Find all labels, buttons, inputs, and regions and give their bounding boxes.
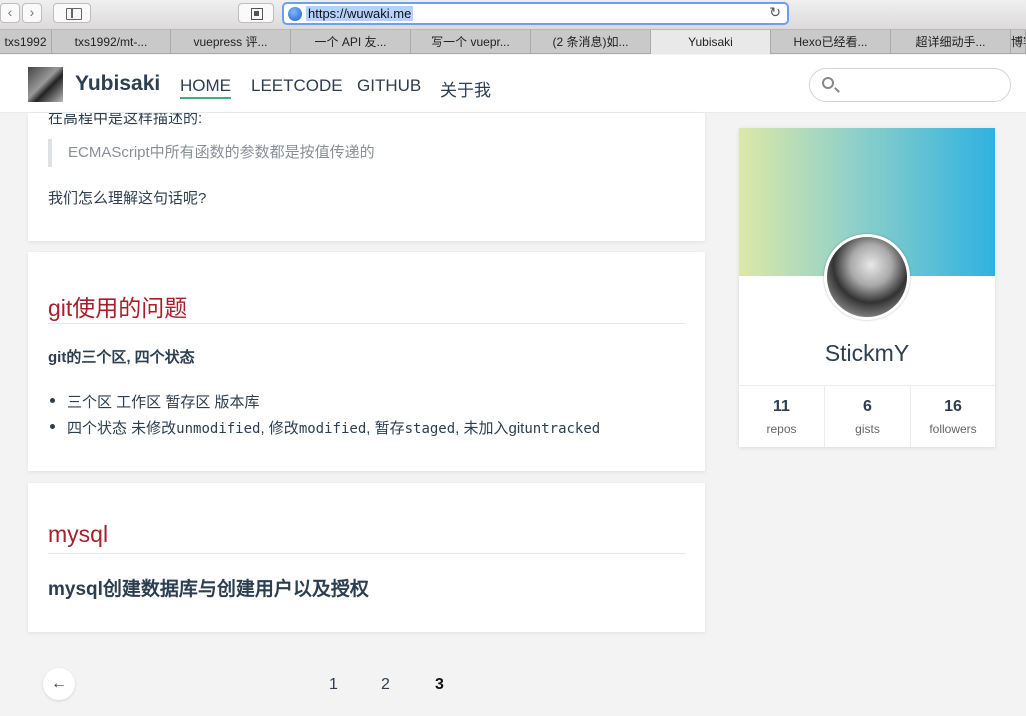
search-icon: [822, 77, 834, 89]
tab-bar: txs1992 txs1992/mt-... vuepress 评... 一个 …: [0, 30, 1026, 54]
stat-followers[interactable]: 16 followers: [910, 386, 995, 447]
site-title[interactable]: Yubisaki: [75, 72, 160, 96]
profile-name: StickmY: [824, 340, 910, 366]
url-text[interactable]: https://wuwaki.me: [306, 6, 414, 21]
tab[interactable]: Hexo已经看...: [771, 30, 891, 54]
list-item: 三个区 工作区 暂存区 版本库: [67, 394, 260, 411]
stat-repos[interactable]: 11 repos: [739, 386, 824, 447]
reload-icon[interactable]: ↻: [769, 4, 781, 21]
site-navbar: Yubisaki HOME LEETCODE GITHUB 关于我: [0, 55, 1026, 113]
stat-label: followers: [929, 422, 977, 436]
nav-home[interactable]: HOME: [180, 76, 231, 99]
tab[interactable]: 一个 API 友...: [291, 30, 411, 54]
nav-leetcode[interactable]: LEETCODE: [251, 76, 343, 96]
stat-value: 6: [863, 398, 872, 415]
avatar[interactable]: [824, 234, 910, 320]
divider: [48, 323, 685, 324]
divider: [48, 553, 685, 554]
stat-value: 16: [944, 398, 962, 415]
post-text: 我们怎么理解这句话呢?: [48, 190, 207, 207]
tab[interactable]: txs1992/mt-...: [52, 30, 171, 54]
list-bullet: [50, 424, 55, 429]
post-card: git使用的问题 git的三个区, 四个状态 三个区 工作区 暂存区 版本库 四…: [28, 252, 705, 471]
post-card: 在高程中是这样描述的: ECMAScript中所有函数的参数都是按值传递的 我们…: [28, 113, 705, 241]
tab[interactable]: 博客: [1011, 30, 1026, 54]
browser-toolbar: ‹ › https://wuwaki.me ↻: [0, 0, 1026, 30]
tab[interactable]: txs1992: [0, 30, 52, 54]
blockquote: ECMAScript中所有函数的参数都是按值传递的: [48, 139, 375, 167]
nav-about[interactable]: 关于我: [440, 76, 491, 101]
post-card: mysql mysql创建数据库与创建用户以及授权: [28, 483, 705, 632]
post-title[interactable]: mysql: [48, 521, 108, 548]
post-subheading: mysql创建数据库与创建用户以及授权: [48, 579, 369, 600]
globe-icon: [288, 7, 302, 21]
profile-card: StickmY 11 repos 6 gists 16 followers: [739, 128, 995, 447]
tab[interactable]: vuepress 评...: [171, 30, 291, 54]
nav-github[interactable]: GITHUB: [357, 76, 421, 96]
tab[interactable]: (2 条消息)如...: [531, 30, 651, 54]
post-text: 在高程中是这样描述的:: [48, 113, 203, 127]
tab[interactable]: 写一个 vuepr...: [411, 30, 531, 54]
post-subheading: git的三个区, 四个状态: [48, 349, 195, 366]
stat-label: repos: [766, 422, 797, 436]
stat-value: 11: [773, 398, 790, 415]
address-bar[interactable]: https://wuwaki.me ↻: [282, 2, 789, 25]
list-bullet: [50, 398, 55, 403]
forward-button[interactable]: ›: [22, 3, 42, 23]
tab[interactable]: 超详细动手...: [891, 30, 1011, 54]
list-item: 四个状态 未修改unmodified, 修改modified, 暂存staged…: [67, 420, 601, 437]
stat-gists[interactable]: 6 gists: [824, 386, 910, 447]
search-input[interactable]: [809, 68, 1011, 102]
tab-active[interactable]: Yubisaki: [651, 30, 771, 54]
site-logo[interactable]: [28, 67, 63, 102]
reader-view-button[interactable]: [238, 3, 274, 23]
sidebar-toggle-button[interactable]: [53, 3, 91, 23]
page-link[interactable]: 1: [329, 676, 338, 694]
back-button[interactable]: ‹: [0, 3, 20, 23]
prev-page-button[interactable]: ←: [43, 668, 75, 700]
page-link[interactable]: 2: [381, 676, 390, 694]
post-title[interactable]: git使用的问题: [48, 289, 187, 323]
page-link-current[interactable]: 3: [435, 676, 444, 694]
stat-label: gists: [855, 422, 880, 436]
